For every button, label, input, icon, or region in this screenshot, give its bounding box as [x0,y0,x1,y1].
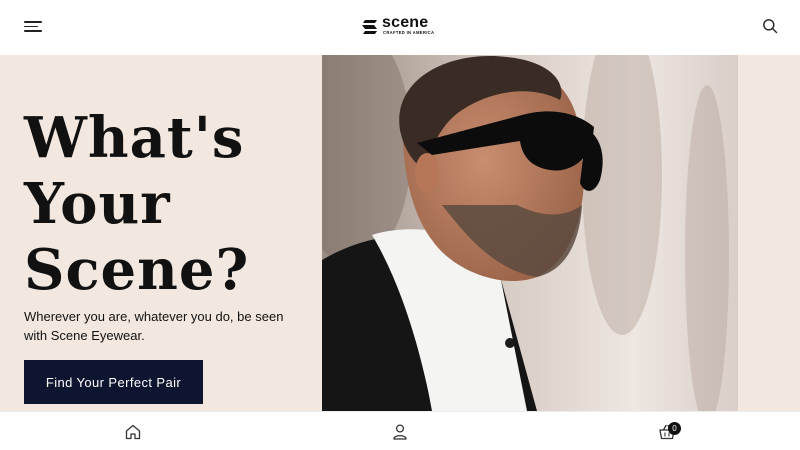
home-icon[interactable] [124,423,142,441]
hero-section: What's Your Scene? Wherever you are, wha… [0,55,800,411]
find-perfect-pair-button[interactable]: Find Your Perfect Pair [24,360,203,404]
account-icon[interactable] [391,423,409,441]
brand-tagline: CRAFTED IN AMERICA [383,30,435,35]
hero-headline-line: Your [24,171,171,237]
cart-count-badge: 0 [668,422,681,435]
hero-headline: What's Your Scene? [24,105,249,303]
hero-headline-line: Scene? [24,237,250,303]
hamburger-menu-icon[interactable] [24,20,42,33]
hero-headline-line: What's [24,105,245,171]
site-header: scene CRAFTED IN AMERICA [0,0,800,55]
hero-image [322,55,738,411]
scene-logo-mark-icon [362,20,377,34]
search-icon[interactable] [762,18,778,34]
bottom-navigation: 0 [0,411,800,450]
brand-logo[interactable]: scene CRAFTED IN AMERICA [361,14,441,38]
hero-subtext: Wherever you are, whatever you do, be se… [24,309,284,343]
